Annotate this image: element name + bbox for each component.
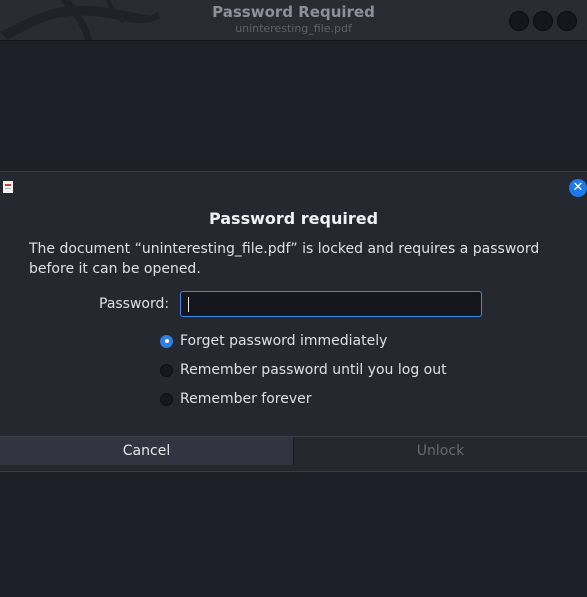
cancel-button[interactable]: Cancel [0, 437, 294, 465]
document-icon [3, 181, 13, 193]
window-subtitle: uninteresting_file.pdf [235, 22, 352, 35]
radio-remember-forever[interactable]: Remember forever [160, 389, 312, 409]
close-window-button[interactable] [557, 11, 577, 31]
radio-remember-until-logout[interactable]: Remember password until you log out [160, 360, 447, 380]
maximize-button[interactable] [533, 11, 553, 31]
dialog-button-bar: Cancel Unlock [0, 436, 587, 465]
radio-button[interactable] [160, 392, 173, 406]
password-dialog: ✕ Password required The document “uninte… [0, 171, 587, 472]
dialog-heading: Password required [208, 209, 379, 228]
text-caret [188, 297, 189, 312]
dialog-message: The document “uninteresting_file.pdf” is… [29, 241, 540, 277]
radio-label: Remember password until you log out [180, 362, 447, 378]
radio-label: Forget password immediately [180, 333, 388, 349]
radio-button-selected[interactable] [160, 334, 173, 348]
unlock-button[interactable]: Unlock [294, 437, 587, 465]
window-title: Password Required [212, 3, 375, 21]
radio-button[interactable] [160, 363, 173, 377]
minimize-button[interactable] [509, 11, 529, 31]
radio-label: Remember forever [180, 391, 312, 407]
password-label: Password: [99, 296, 170, 312]
close-icon[interactable]: ✕ [569, 179, 587, 197]
password-input[interactable] [180, 291, 482, 317]
window-titlebar: Password Required uninteresting_file.pdf [0, 0, 587, 41]
radio-forget-immediately[interactable]: Forget password immediately [160, 331, 387, 351]
